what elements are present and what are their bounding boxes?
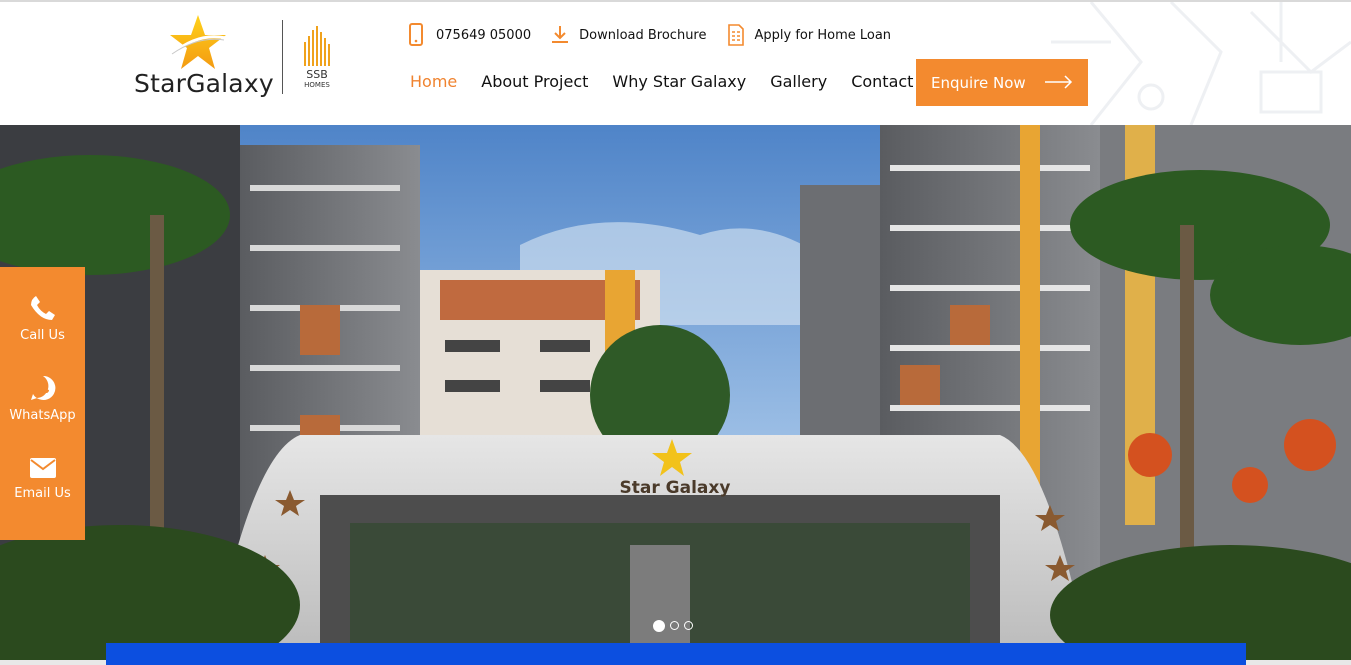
slider-dot-3[interactable]	[684, 621, 693, 630]
side-quick-actions: Call Us WhatsApp Email Us	[0, 267, 85, 540]
enquire-now-label: Enquire Now	[931, 73, 1026, 92]
whatsapp-button[interactable]: WhatsApp	[0, 373, 85, 423]
ssb-text: SSB	[306, 68, 328, 81]
call-us-label: Call Us	[20, 328, 65, 343]
download-brochure-link[interactable]: Download Brochure	[551, 24, 707, 46]
blue-banner-bar	[106, 643, 1246, 665]
utility-bar: 075649 05000 Download Brochure Apply for…	[408, 22, 911, 48]
whatsapp-icon	[30, 375, 55, 400]
nav-gallery[interactable]: Gallery	[770, 72, 827, 91]
email-us-label: Email Us	[14, 486, 71, 501]
slider-dot-2[interactable]	[670, 621, 679, 630]
mobile-phone-icon	[409, 23, 423, 46]
enquire-now-button[interactable]: Enquire Now	[916, 59, 1088, 106]
nav-home[interactable]: Home	[410, 72, 457, 91]
download-brochure-label: Download Brochure	[579, 27, 707, 43]
slider-dots	[653, 620, 698, 632]
nav-contact[interactable]: Contact	[851, 72, 913, 91]
ssb-homes-logo: SSB HOMES	[300, 26, 334, 90]
gate-sign-text: Star Galaxy	[620, 478, 731, 498]
whatsapp-label: WhatsApp	[9, 408, 76, 423]
email-us-button[interactable]: Email Us	[0, 455, 85, 501]
phone-number: 075649 05000	[436, 27, 532, 43]
hero-slider: Star Galaxy	[0, 125, 1351, 665]
building-logo-icon: SSB HOMES	[304, 26, 330, 89]
hero-image: Star Galaxy	[0, 125, 1351, 665]
header-pattern	[1051, 2, 1351, 125]
document-icon	[727, 24, 744, 46]
home-loan-label: Apply for Home Loan	[754, 27, 892, 43]
phone-link[interactable]: 075649 05000	[408, 23, 531, 47]
phone-icon	[30, 296, 55, 320]
star-logo-icon	[170, 15, 227, 69]
nav-about-project[interactable]: About Project	[481, 72, 588, 91]
site-header: StarGalaxy SSB HOMES 075649 05000 Downlo…	[0, 2, 1351, 125]
download-icon	[552, 26, 569, 43]
logo-text: StarGalaxy	[134, 69, 274, 98]
site-logo[interactable]: StarGalaxy SSB HOMES	[134, 12, 339, 104]
homes-text: HOMES	[304, 81, 330, 89]
home-loan-link[interactable]: Apply for Home Loan	[727, 24, 892, 46]
logo-divider	[282, 20, 283, 94]
envelope-icon	[29, 458, 56, 478]
call-us-button[interactable]: Call Us	[0, 293, 85, 343]
arrow-right-icon	[1045, 75, 1073, 89]
main-nav: Home About Project Why Star Galaxy Galle…	[410, 72, 937, 91]
nav-why-star-galaxy[interactable]: Why Star Galaxy	[612, 72, 746, 91]
slider-dot-1[interactable]	[653, 620, 665, 632]
